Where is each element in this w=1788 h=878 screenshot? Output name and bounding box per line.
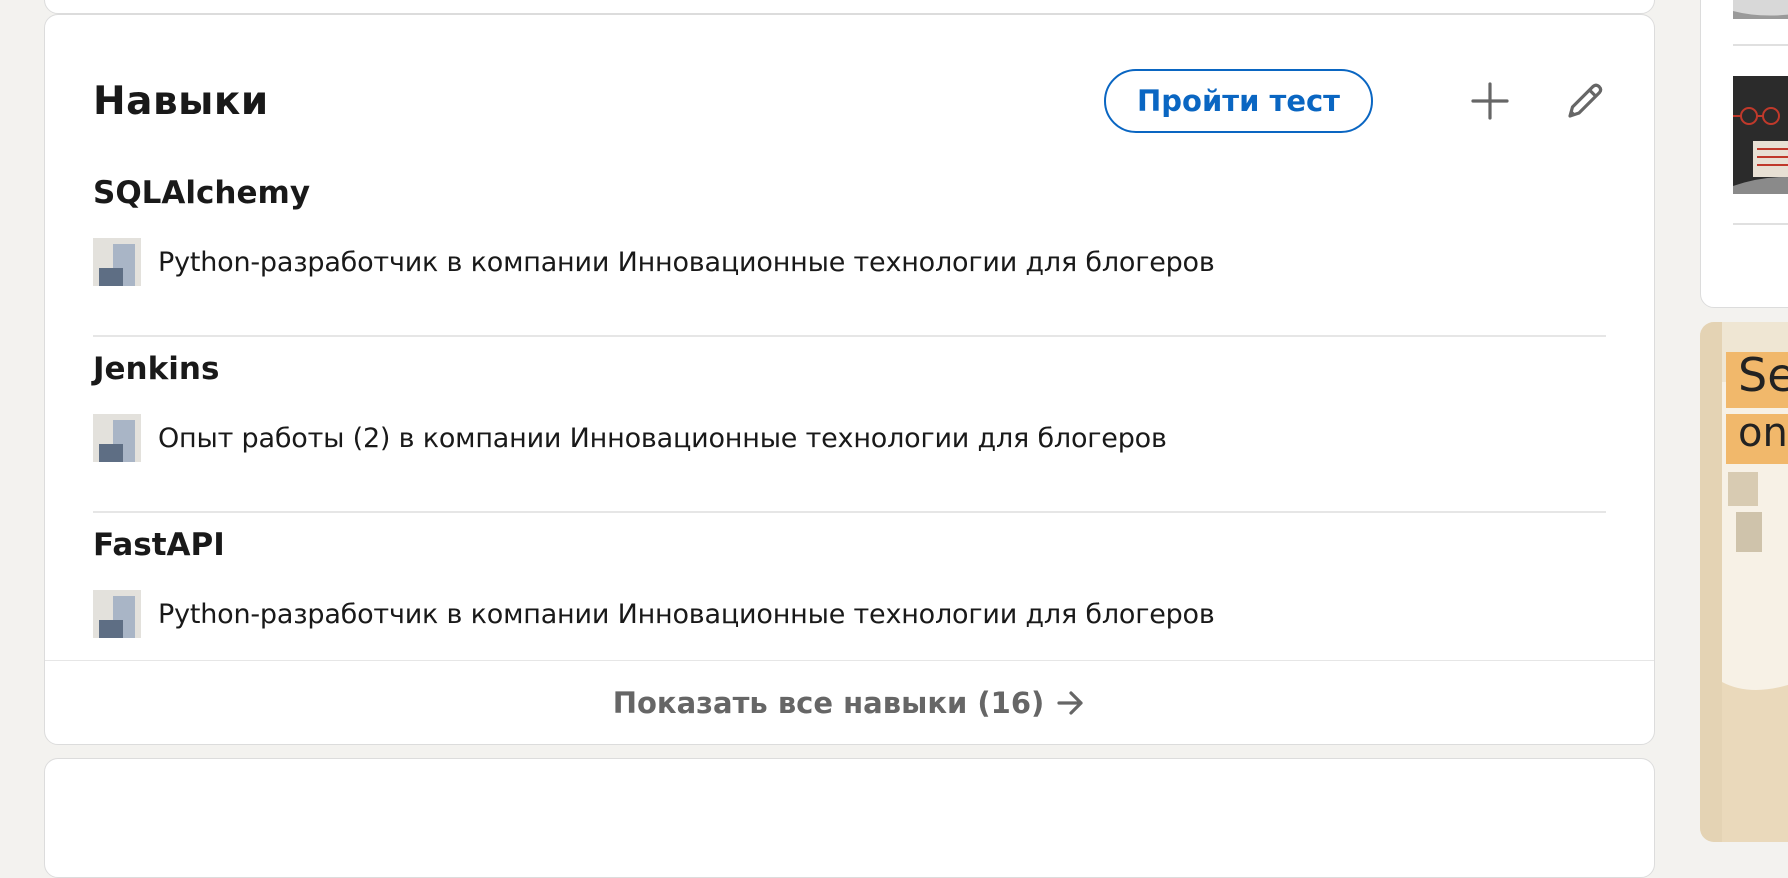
- show-all-skills-link[interactable]: Показать все навыки (16): [45, 660, 1654, 744]
- skill-item[interactable]: Jenkins Опыт работы (2) в компании Иннов…: [93, 337, 1606, 513]
- skill-context-row: Python-разработчик в компании Инновацион…: [93, 589, 1215, 639]
- rail-thumbnail-image[interactable]: [1733, 76, 1788, 194]
- take-test-button[interactable]: Пройти тест: [1104, 69, 1373, 133]
- company-logo-icon: [93, 414, 141, 462]
- ad-headline-line2: on: [1738, 410, 1788, 456]
- arrow-right-icon: [1056, 689, 1086, 717]
- skill-context: Опыт работы (2) в компании Инновационные…: [158, 422, 1167, 454]
- skill-name[interactable]: Jenkins: [93, 351, 219, 387]
- add-skill-button[interactable]: [1460, 71, 1520, 131]
- company-logo-icon: [93, 590, 141, 638]
- previous-section-card: [44, 0, 1655, 14]
- skill-name[interactable]: FastAPI: [93, 527, 225, 563]
- company-logo-icon: [93, 238, 141, 286]
- skills-list: SQLAlchemy Python-разработчик в компании…: [93, 161, 1606, 689]
- skills-card: Навыки Пройти тест SQLAlchemy Python-раз…: [44, 14, 1655, 745]
- skills-card-header: Навыки Пройти тест: [93, 65, 1606, 139]
- edit-skills-button[interactable]: [1555, 71, 1615, 131]
- ad-headline-line1: Se: [1738, 348, 1788, 402]
- show-all-skills-label[interactable]: Показать все навыки (16): [613, 686, 1045, 720]
- skill-name[interactable]: SQLAlchemy: [93, 175, 310, 211]
- skill-context: Python-разработчик в компании Инновацион…: [158, 246, 1215, 278]
- right-rail-card: [1700, 0, 1788, 308]
- next-section-card: [44, 758, 1655, 878]
- section-title: Навыки: [93, 79, 269, 124]
- skill-context-row: Опыт работы (2) в компании Инновационные…: [93, 413, 1167, 463]
- rail-thumbnails: [1733, 0, 1788, 225]
- plus-icon: [1471, 82, 1509, 120]
- right-rail-ad[interactable]: Se on: [1700, 322, 1788, 842]
- skill-context: Python-разработчик в компании Инновацион…: [158, 598, 1215, 630]
- skill-context-row: Python-разработчик в компании Инновацион…: [93, 237, 1215, 287]
- pencil-icon: [1568, 83, 1603, 118]
- skill-item[interactable]: SQLAlchemy Python-разработчик в компании…: [93, 161, 1606, 337]
